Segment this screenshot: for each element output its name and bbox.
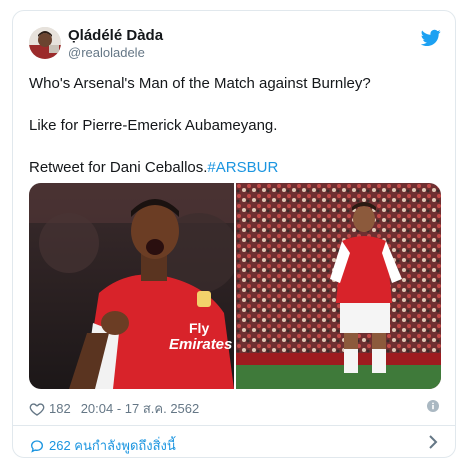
tweet-meta: 182 20:04 - 17 ส.ค. 2562 bbox=[29, 398, 199, 419]
conversation-link[interactable]: 262 คนกำลังพูดถึงสิ่งนี้ bbox=[29, 435, 176, 456]
chevron-right-icon[interactable] bbox=[427, 434, 439, 450]
tweet-timestamp[interactable]: 20:04 - 17 ส.ค. 2562 bbox=[81, 398, 200, 419]
tweet-text: Who's Arsenal's Man of the Match against… bbox=[29, 73, 439, 199]
photo-aubameyang[interactable]: Fly Emirates bbox=[29, 183, 234, 389]
avatar[interactable] bbox=[29, 27, 61, 59]
like-count[interactable]: 182 bbox=[49, 401, 71, 416]
divider bbox=[13, 425, 455, 426]
hashtag-link[interactable]: #ARSBUR bbox=[207, 159, 278, 176]
tweet-line-question: Who's Arsenal's Man of the Match against… bbox=[29, 75, 371, 92]
display-name[interactable]: Ọládélé Dàda bbox=[68, 27, 163, 44]
media-grid: Fly Emirates bbox=[29, 183, 441, 389]
tweet-line-retweet: Retweet for Dani Ceballos.#ARSBUR bbox=[29, 157, 439, 178]
retweet-text: Retweet for Dani Ceballos. bbox=[29, 159, 208, 176]
jersey-sponsor-line1: Fly bbox=[189, 320, 209, 336]
tweet-line-like: Like for Pierre-Emerick Aubameyang. bbox=[29, 117, 278, 134]
twitter-bird-icon[interactable] bbox=[421, 29, 441, 47]
heart-icon[interactable] bbox=[29, 401, 45, 417]
photo-ceballos[interactable] bbox=[236, 183, 441, 389]
user-handle[interactable]: @realoladele bbox=[68, 45, 145, 60]
tweet-card[interactable]: Ọládélé Dàda @realoladele Who's Arsenal'… bbox=[12, 10, 456, 458]
speech-bubble-icon bbox=[30, 439, 44, 453]
info-icon[interactable] bbox=[427, 400, 439, 412]
conversation-count-label: 262 คนกำลังพูดถึงสิ่งนี้ bbox=[49, 438, 176, 453]
jersey-sponsor-line2: Emirates bbox=[169, 336, 232, 353]
